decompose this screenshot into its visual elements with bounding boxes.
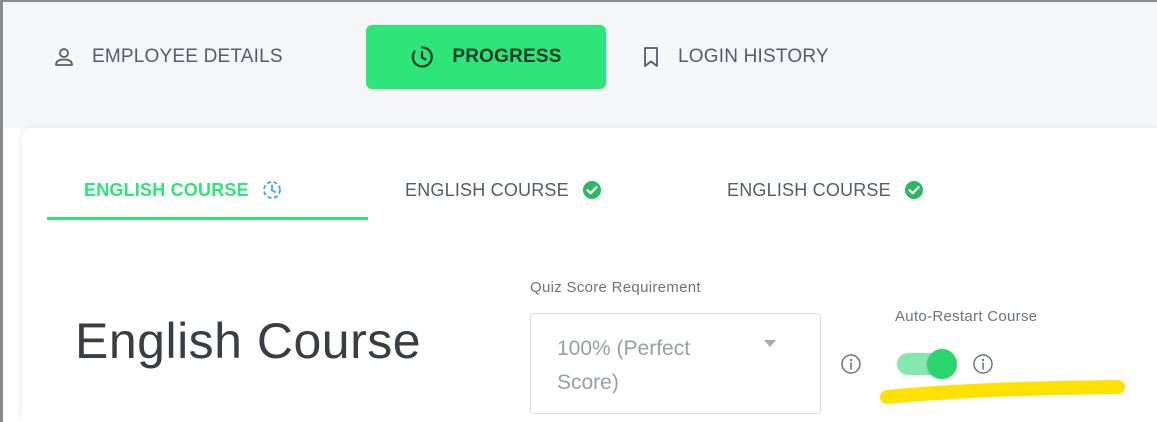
user-icon	[53, 46, 75, 68]
quiz-score-label: Quiz Score Requirement	[530, 279, 701, 296]
course-tab-2[interactable]: ENGLISH COURSE	[405, 176, 602, 204]
course-tab-3[interactable]: ENGLISH COURSE	[727, 176, 924, 204]
tab-progress-label: PROGRESS	[452, 46, 562, 67]
auto-restart-label: Auto-Restart Course	[895, 308, 1038, 325]
clock-icon	[410, 45, 434, 69]
tab-progress[interactable]: PROGRESS	[366, 25, 606, 89]
chevron-down-icon	[764, 340, 776, 347]
tab-employee-details-label: EMPLOYEE DETAILS	[92, 46, 283, 67]
check-circle-icon	[582, 180, 602, 200]
course-tab-1[interactable]: ENGLISH COURSE	[84, 176, 282, 204]
course-title: English Course	[75, 313, 422, 369]
info-icon[interactable]	[972, 353, 994, 375]
tab-login-history-label: LOGIN HISTORY	[678, 46, 829, 67]
check-circle-icon	[904, 180, 924, 200]
clock-icon	[262, 180, 282, 200]
quiz-score-value: 100% (Perfect Score)	[557, 332, 757, 400]
course-tab-2-label: ENGLISH COURSE	[405, 179, 569, 200]
course-tab-1-label: ENGLISH COURSE	[84, 179, 249, 200]
quiz-score-value-line1: 100% (Perfect	[557, 337, 691, 360]
auto-restart-toggle[interactable]	[897, 349, 959, 379]
tab-login-history[interactable]: LOGIN HISTORY	[641, 25, 829, 89]
quiz-score-value-line2: Score)	[557, 371, 619, 394]
tab-employee-details[interactable]: EMPLOYEE DETAILS	[53, 25, 283, 89]
bookmark-icon	[641, 46, 661, 68]
course-tab-3-label: ENGLISH COURSE	[727, 179, 891, 200]
info-icon[interactable]	[840, 353, 862, 375]
toggle-knob	[927, 349, 957, 379]
quiz-score-select[interactable]: 100% (Perfect Score)	[530, 313, 821, 414]
active-tab-underline	[47, 217, 368, 220]
